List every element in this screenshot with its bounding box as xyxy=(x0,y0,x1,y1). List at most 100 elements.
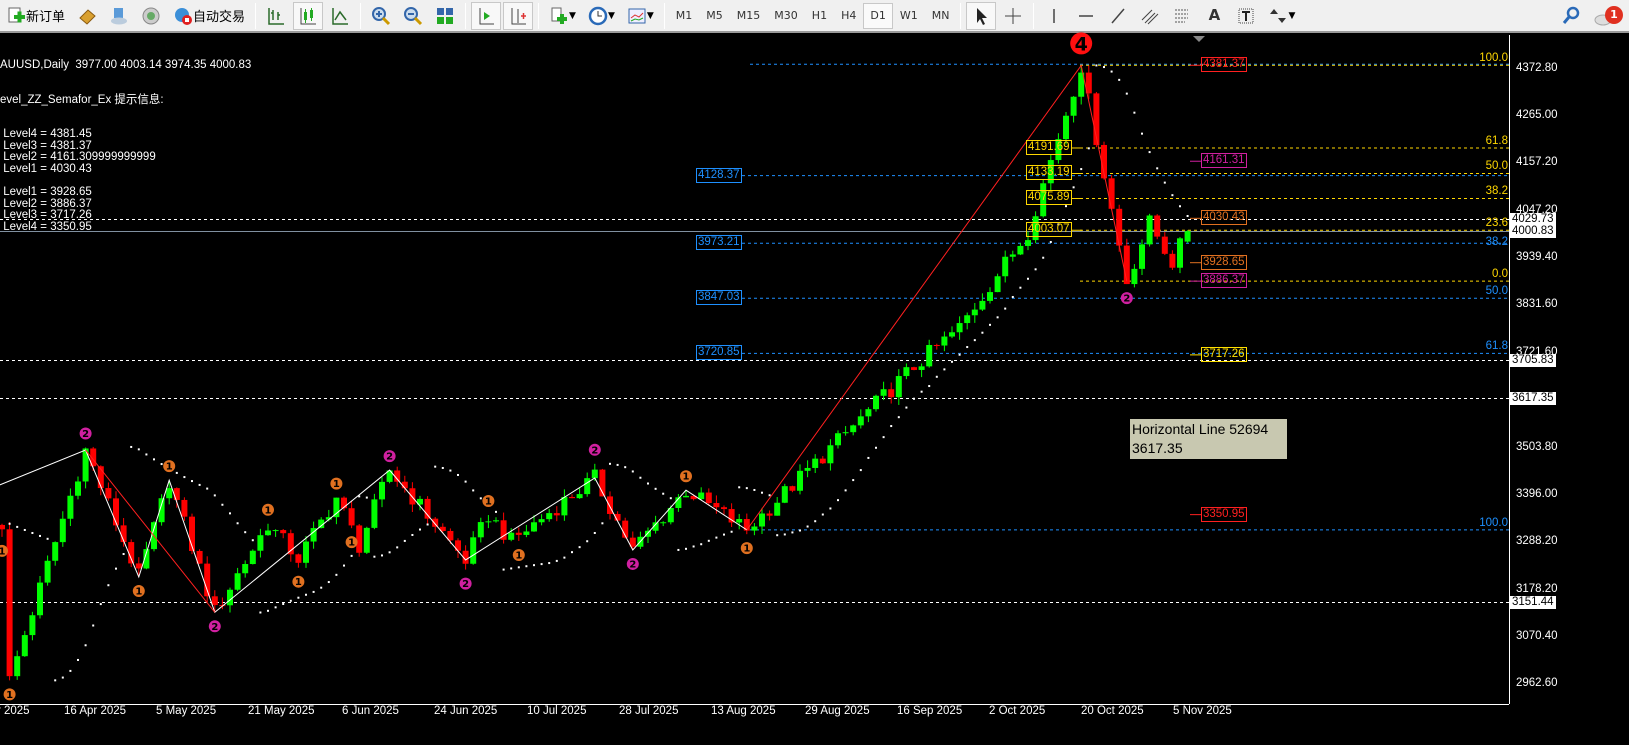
sar-dot xyxy=(1087,147,1090,150)
bull-candle xyxy=(166,488,173,499)
bull-candle xyxy=(812,458,819,468)
bull-candle xyxy=(29,615,36,636)
date-axis-label: 29 Aug 2025 xyxy=(805,705,870,717)
sar-dot xyxy=(761,491,763,494)
sar-dot xyxy=(654,487,657,490)
semafor-number: 2 xyxy=(462,579,469,590)
bull-candle xyxy=(759,513,765,527)
sar-dot xyxy=(913,397,915,400)
sar-dot xyxy=(502,568,505,571)
sar-dot xyxy=(1004,307,1007,310)
sar-dot xyxy=(1110,70,1113,73)
fib-yellow-price-box: 4075.89 xyxy=(1026,190,1072,206)
fib-blue-ratio-label: 38.2 xyxy=(1485,236,1508,249)
sar-dot xyxy=(571,551,573,554)
bull-candle xyxy=(576,494,583,499)
sar-dot xyxy=(479,497,482,500)
price-axis-tick: 3178.20 xyxy=(1516,582,1558,595)
bear-candle xyxy=(569,496,575,499)
bull-candle xyxy=(531,522,537,532)
date-axis-label: 5 May 2025 xyxy=(156,705,217,717)
date-axis-label: 16 Sep 2025 xyxy=(897,705,963,717)
price-axis-marker: 3705.83 xyxy=(1510,353,1556,367)
sar-dot xyxy=(1125,92,1128,95)
price-axis-tick: 3288.20 xyxy=(1516,535,1558,547)
bull-candle xyxy=(857,416,864,426)
bull-candle xyxy=(523,531,530,535)
sar-dot xyxy=(426,523,429,526)
sar-dot xyxy=(183,476,186,479)
sar-dot xyxy=(1156,167,1159,170)
sar-dot xyxy=(692,545,695,548)
bull-candle xyxy=(363,527,370,553)
sar-dot xyxy=(1011,295,1014,298)
sar-dot xyxy=(829,507,832,510)
bull-candle xyxy=(698,492,705,500)
bull-candle xyxy=(660,522,667,524)
bull-candle xyxy=(538,519,545,523)
bull-candle xyxy=(59,518,66,543)
sar-dot xyxy=(206,487,209,490)
sar-dot xyxy=(23,528,26,531)
bear-candle xyxy=(911,367,917,370)
price-axis-marker: 4000.83 xyxy=(1510,225,1556,239)
sar-dot xyxy=(77,658,79,661)
sar-dot xyxy=(966,346,969,349)
sar-dot xyxy=(457,473,459,476)
sar-dot xyxy=(989,323,991,326)
semafor-number: 1 xyxy=(333,479,340,490)
sar-dot xyxy=(905,406,908,409)
sar-dot xyxy=(107,584,110,587)
semafor-number: 1 xyxy=(6,690,13,701)
semafor-number: 2 xyxy=(211,622,218,633)
bull-candle xyxy=(804,467,811,471)
sar-dot xyxy=(1118,78,1121,81)
semafor-number: 1 xyxy=(348,538,355,549)
bull-candle xyxy=(14,656,21,677)
sar-dot xyxy=(350,554,353,557)
date-axis-label: 13 Aug 2025 xyxy=(711,705,776,717)
semafor-number: 1 xyxy=(265,505,272,516)
sar-dot xyxy=(510,567,513,570)
sar-dot xyxy=(1027,277,1029,280)
bear-candle xyxy=(295,554,302,563)
price-axis-tick: 3939.40 xyxy=(1516,251,1558,263)
bull-candle xyxy=(1184,231,1191,242)
sar-dot xyxy=(533,564,535,567)
sar-dot xyxy=(31,531,34,534)
sar-dot xyxy=(39,534,41,537)
sar-dot xyxy=(464,480,467,483)
fib-blue-ratio-label: 50.0 xyxy=(1485,285,1508,298)
semafor-number: 1 xyxy=(515,550,522,561)
bear-candle xyxy=(553,513,560,516)
semafor-level-box: 4161.31 xyxy=(1201,153,1247,169)
sar-dot xyxy=(578,546,581,549)
bull-candle xyxy=(470,537,477,564)
bull-candle xyxy=(546,513,553,520)
bear-candle xyxy=(1169,253,1176,268)
sar-dot xyxy=(875,446,877,449)
bear-candle xyxy=(0,524,5,530)
sar-dot xyxy=(282,602,285,605)
sar-dot xyxy=(381,554,383,557)
bear-candle xyxy=(1161,236,1168,254)
sar-dot xyxy=(396,546,399,549)
bear-candle xyxy=(1108,178,1115,209)
sar-dot xyxy=(251,539,254,542)
sar-dot xyxy=(327,581,330,584)
sar-dot xyxy=(1133,111,1136,114)
bear-candle xyxy=(173,488,180,500)
price-axis-tick: 4265.00 xyxy=(1516,109,1558,121)
sar-dot xyxy=(259,611,262,614)
bull-candle xyxy=(683,495,689,498)
sar-dot xyxy=(297,596,300,599)
bear-candle xyxy=(766,513,773,516)
bear-candle xyxy=(933,345,940,347)
sar-dot xyxy=(609,462,611,465)
sar-dot xyxy=(312,590,315,593)
bull-candle xyxy=(941,336,948,346)
bear-candle xyxy=(135,563,142,569)
sar-dot xyxy=(92,624,95,627)
sar-dot xyxy=(434,465,437,468)
bull-candle xyxy=(303,541,309,563)
